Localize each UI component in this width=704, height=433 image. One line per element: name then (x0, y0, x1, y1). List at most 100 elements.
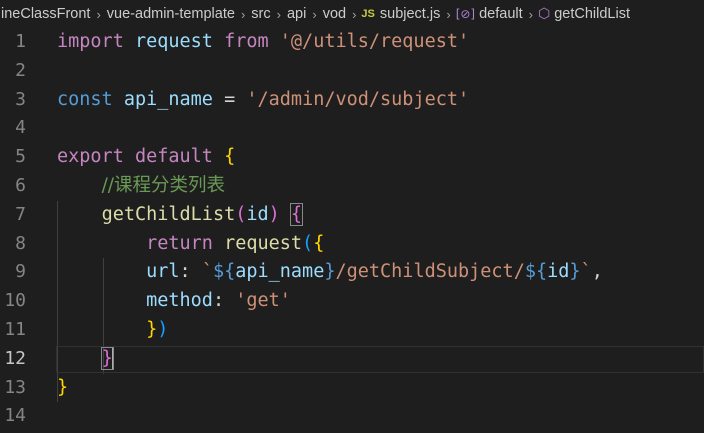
code-line[interactable]: 4 (0, 114, 704, 143)
line-number: 13 (4, 376, 26, 398)
breadcrumb-item-symbol-default[interactable]: default (478, 6, 524, 22)
code-line[interactable]: 9 url: `${api_name}/getChildSubject/${id… (0, 258, 704, 287)
code-line[interactable]: 8 return request({ (0, 230, 704, 259)
text-cursor (111, 347, 114, 370)
code-token: method (146, 290, 213, 312)
code-token: '/admin/vod/subject' (246, 88, 470, 110)
line-text: method: 'get' (57, 287, 291, 316)
breadcrumb-separator-icon: › (276, 6, 281, 22)
line-number: 5 (15, 146, 26, 168)
code-line[interactable]: 13} (0, 374, 704, 403)
breadcrumb-item-symbol-method[interactable]: getChildList (553, 6, 631, 22)
code-area[interactable]: 1 import request from '@/utils/request' 2 3… (0, 28, 704, 431)
code-token: const (57, 88, 113, 110)
breadcrumb-separator-icon: › (240, 6, 246, 22)
line-number: 4 (15, 117, 26, 139)
line-number: 9 (15, 261, 26, 283)
breadcrumb-item-folder[interactable]: vue-admin-template (106, 6, 236, 22)
code-line[interactable]: 1 import request from '@/utils/request' (0, 28, 704, 57)
code-line[interactable]: 3 const api_name = '/admin/vod/subject' (0, 86, 704, 115)
symbol-method-icon: ⬡ (538, 6, 551, 22)
line-text: getChildList(id) { (57, 201, 304, 230)
line-number: 12 (4, 347, 26, 369)
line-text: //课程分类列表 (57, 172, 225, 201)
line-number: 14 (4, 405, 26, 427)
symbol-variable-icon: [⊘] (455, 7, 476, 21)
code-token: : (212, 290, 236, 312)
line-number: 7 (15, 203, 26, 225)
code-token: api_name (123, 88, 213, 110)
code-token: ` (201, 261, 213, 283)
code-token: url (146, 261, 180, 283)
code-token: ${ (524, 261, 548, 283)
code-token: } (569, 261, 581, 283)
code-token: import (57, 31, 124, 52)
code-token: ( (235, 203, 247, 225)
code-token: ) (268, 203, 280, 225)
breadcrumb-item-project[interactable]: ineClassFront (0, 6, 91, 22)
breadcrumb-item-vod[interactable]: vod (322, 6, 347, 22)
line-number: 10 (4, 290, 26, 312)
code-token: = (212, 88, 247, 110)
code-token: '@/utils/request' (279, 31, 470, 52)
line-number: 3 (15, 88, 26, 110)
breadcrumb-item-src[interactable]: src (250, 6, 271, 22)
line-text: const api_name = '/admin/vod/subject' (57, 86, 469, 115)
code-line[interactable]: 7 getChildList(id) { (0, 201, 704, 230)
javascript-file-icon: JS (361, 8, 375, 20)
line-text: } (57, 345, 114, 374)
code-token: ${ (212, 261, 236, 283)
code-token: default (134, 146, 213, 168)
line-text: url: `${api_name}/getChildSubject/${id}`… (57, 258, 603, 287)
code-token: request (134, 31, 213, 52)
breadcrumb-separator-icon: › (352, 6, 357, 22)
code-token: 'get' (235, 290, 291, 312)
code-line[interactable]: 14 (0, 402, 704, 431)
code-token: : (179, 261, 202, 283)
code-line[interactable]: 6 //课程分类列表 (0, 172, 704, 201)
code-token: getChildList (101, 203, 236, 225)
code-token: { (224, 146, 236, 168)
code-token: } (146, 318, 158, 340)
breadcrumb-item-api[interactable]: api (286, 6, 307, 22)
breadcrumb-item-file[interactable]: subject.js (379, 6, 441, 22)
code-token: ) (157, 318, 169, 340)
line-text: export default { (57, 143, 235, 172)
code-token: api_name (235, 261, 325, 283)
code-token: , (591, 261, 603, 283)
code-token: /getChildSubject/ (335, 261, 525, 283)
code-line[interactable]: 12 } (0, 345, 704, 374)
breadcrumb-separator-icon: › (528, 6, 533, 22)
code-token: id (246, 203, 269, 225)
breadcrumb-separator-icon: › (96, 6, 101, 22)
code-token: } (324, 261, 336, 283)
line-number: 11 (4, 318, 26, 340)
code-line[interactable]: 10 method: 'get' (0, 287, 704, 316)
line-number: 6 (15, 174, 26, 196)
code-token: export (57, 146, 124, 168)
line-text: import request from '@/utils/request' (57, 28, 469, 57)
code-token: { (289, 202, 304, 226)
code-token: from (224, 31, 269, 52)
breadcrumb: ineClassFront › vue-admin-template › src… (0, 0, 704, 28)
code-token: return (146, 232, 213, 254)
line-text: } (57, 374, 68, 403)
code-line[interactable]: 11 }) (0, 316, 704, 345)
line-number: 8 (15, 232, 26, 254)
line-number: 2 (15, 59, 26, 81)
code-line[interactable]: 5 export default { (0, 143, 704, 172)
code-line[interactable]: 2 (0, 57, 704, 86)
